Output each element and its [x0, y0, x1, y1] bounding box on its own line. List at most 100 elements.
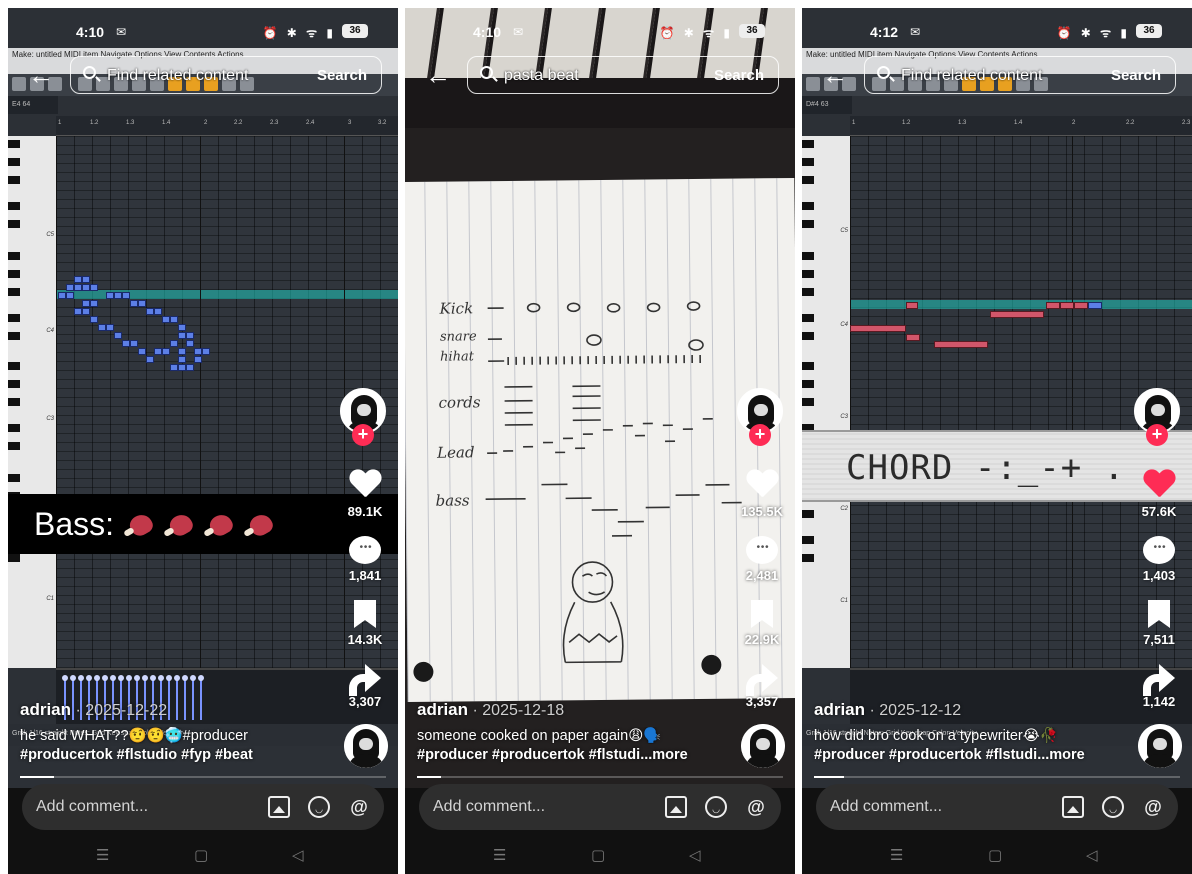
- search-box[interactable]: Find related content Search: [70, 56, 382, 94]
- midi-note[interactable]: [178, 332, 186, 339]
- search-button[interactable]: Search: [1111, 67, 1161, 84]
- midi-note[interactable]: [106, 292, 114, 299]
- search-input[interactable]: Find related content: [107, 67, 248, 85]
- midi-note[interactable]: [154, 308, 162, 315]
- comment-input[interactable]: Add comment...: [36, 798, 148, 816]
- comment-input[interactable]: Add comment...: [433, 798, 545, 816]
- search-input[interactable]: pasta beat: [504, 67, 579, 85]
- search-box[interactable]: Find related content Search: [864, 56, 1176, 94]
- midi-note[interactable]: [66, 292, 74, 299]
- midi-note[interactable]: [90, 300, 98, 307]
- image-icon[interactable]: [268, 796, 290, 818]
- midi-note[interactable]: [906, 302, 918, 309]
- midi-note[interactable]: [178, 324, 186, 331]
- mention-icon[interactable]: @: [348, 796, 370, 818]
- save-button[interactable]: 14.3K: [340, 600, 390, 647]
- image-icon[interactable]: [1062, 796, 1084, 818]
- midi-note[interactable]: [106, 324, 114, 331]
- midi-note[interactable]: [178, 364, 186, 371]
- midi-note[interactable]: [1060, 302, 1074, 309]
- midi-note[interactable]: [138, 348, 146, 355]
- midi-note[interactable]: [186, 340, 194, 347]
- mention-icon[interactable]: @: [745, 796, 767, 818]
- back-arrow-icon[interactable]: ←: [822, 62, 848, 88]
- midi-note[interactable]: [82, 276, 90, 283]
- share-button[interactable]: 1,142: [1134, 664, 1184, 709]
- comment-button[interactable]: 2,481: [737, 536, 787, 583]
- comment-button[interactable]: 1,403: [1134, 536, 1184, 583]
- comment-button[interactable]: 1,841: [340, 536, 390, 583]
- sound-disc[interactable]: [741, 724, 785, 768]
- comment-bar[interactable]: Add comment... ◡ @: [419, 784, 781, 830]
- midi-note[interactable]: [114, 292, 122, 299]
- share-button[interactable]: 3,307: [340, 664, 390, 709]
- sound-disc[interactable]: [344, 724, 388, 768]
- follow-button[interactable]: +: [749, 424, 771, 446]
- midi-note[interactable]: [990, 311, 1044, 318]
- midi-note[interactable]: [1088, 302, 1102, 309]
- back-nav-icon[interactable]: ◁: [689, 846, 701, 864]
- search-box[interactable]: pasta beat Search: [467, 56, 779, 94]
- search-button[interactable]: Search: [714, 67, 764, 84]
- recents-icon[interactable]: ☰: [890, 846, 903, 864]
- share-button[interactable]: 3,357: [737, 664, 787, 709]
- midi-note[interactable]: [186, 332, 194, 339]
- username[interactable]: adrian: [417, 700, 468, 719]
- more-link[interactable]: ...more: [640, 747, 688, 763]
- midi-note[interactable]: [74, 284, 82, 291]
- like-button[interactable]: 57.6K: [1134, 470, 1184, 519]
- follow-button[interactable]: +: [352, 424, 374, 446]
- midi-note[interactable]: [934, 341, 988, 348]
- comment-bar[interactable]: Add comment... ◡ @: [816, 784, 1178, 830]
- search-input[interactable]: Find related content: [901, 67, 1042, 85]
- emoji-icon[interactable]: ◡: [705, 796, 727, 818]
- midi-note[interactable]: [74, 308, 82, 315]
- midi-note[interactable]: [82, 308, 90, 315]
- comment-bar[interactable]: Add comment... ◡ @: [22, 784, 384, 830]
- username[interactable]: adrian: [20, 700, 71, 719]
- midi-note[interactable]: [130, 340, 138, 347]
- hashtags[interactable]: #producer #producertok #flstudi: [417, 747, 640, 763]
- like-button[interactable]: 89.1K: [340, 470, 390, 519]
- midi-note[interactable]: [170, 316, 178, 323]
- sound-disc[interactable]: [1138, 724, 1182, 768]
- midi-note[interactable]: [154, 348, 162, 355]
- emoji-icon[interactable]: ◡: [1102, 796, 1124, 818]
- midi-note[interactable]: [130, 300, 138, 307]
- follow-button[interactable]: +: [1146, 424, 1168, 446]
- mention-icon[interactable]: @: [1142, 796, 1164, 818]
- hashtags[interactable]: #producertok #flstudio #fyp #beat: [20, 747, 336, 763]
- emoji-icon[interactable]: ◡: [308, 796, 330, 818]
- midi-note[interactable]: [194, 348, 202, 355]
- username[interactable]: adrian: [814, 700, 865, 719]
- recents-icon[interactable]: ☰: [96, 846, 109, 864]
- midi-note[interactable]: [122, 340, 130, 347]
- video-progress[interactable]: [20, 776, 386, 778]
- midi-note[interactable]: [1046, 302, 1060, 309]
- midi-note[interactable]: [98, 324, 106, 331]
- midi-note[interactable]: [146, 356, 154, 363]
- midi-note[interactable]: [178, 348, 186, 355]
- back-arrow-icon[interactable]: ←: [28, 62, 54, 88]
- comment-input[interactable]: Add comment...: [830, 798, 942, 816]
- midi-note[interactable]: [186, 364, 194, 371]
- more-link[interactable]: ...more: [1037, 747, 1085, 763]
- midi-note[interactable]: [906, 334, 920, 341]
- back-arrow-icon[interactable]: ←: [425, 62, 451, 88]
- midi-note[interactable]: [82, 284, 90, 291]
- midi-note[interactable]: [82, 300, 90, 307]
- home-icon[interactable]: ▢: [194, 846, 208, 864]
- midi-note[interactable]: [1074, 302, 1088, 309]
- video-progress[interactable]: [417, 776, 783, 778]
- midi-note[interactable]: [850, 325, 906, 332]
- midi-note[interactable]: [122, 292, 130, 299]
- home-icon[interactable]: ▢: [988, 846, 1002, 864]
- back-nav-icon[interactable]: ◁: [1086, 846, 1098, 864]
- midi-note[interactable]: [114, 332, 122, 339]
- midi-note[interactable]: [194, 356, 202, 363]
- midi-note[interactable]: [90, 284, 98, 291]
- midi-note[interactable]: [58, 292, 66, 299]
- search-button[interactable]: Search: [317, 67, 367, 84]
- image-icon[interactable]: [665, 796, 687, 818]
- midi-note[interactable]: [170, 364, 178, 371]
